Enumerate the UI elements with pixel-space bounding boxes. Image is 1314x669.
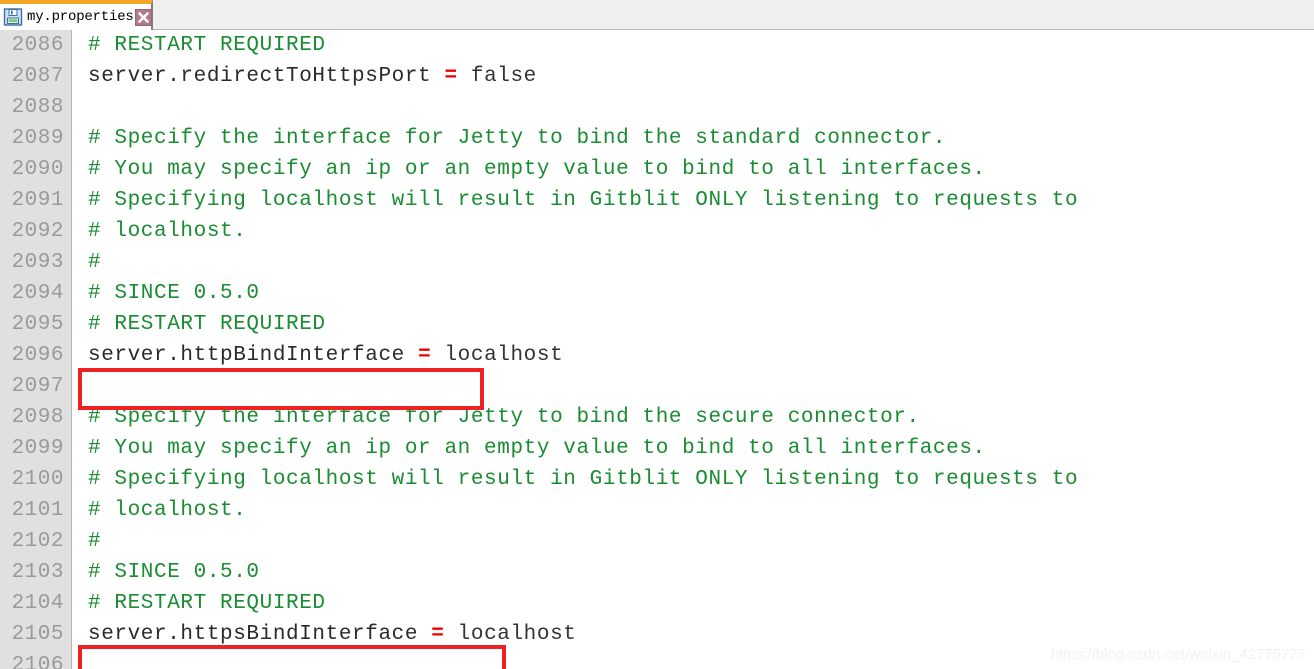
line-number: 2100 xyxy=(11,468,64,491)
editor-tab-bar: my.properties xyxy=(0,0,1314,30)
line-number: 2106 xyxy=(11,654,64,669)
code-line[interactable]: 2094 # SINCE 0.5.0 xyxy=(0,278,1314,309)
code-content[interactable]: 2086 # RESTART REQUIRED 2087 server.redirec… xyxy=(0,30,1314,669)
code-line[interactable]: 2092 # localhost. xyxy=(0,216,1314,247)
line-text[interactable]: # Specifying localhost will result in Gi… xyxy=(88,464,1078,495)
line-number: 2092 xyxy=(11,220,64,243)
line-text[interactable]: # You may specify an ip or an empty valu… xyxy=(88,154,986,185)
property-key: server.redirectToHttpsPort xyxy=(88,65,432,88)
line-number: 2094 xyxy=(11,282,64,305)
line-text[interactable]: server.redirectToHttpsPort = false xyxy=(88,61,537,92)
line-text[interactable]: # SINCE 0.5.0 xyxy=(88,557,260,588)
line-number: 2093 xyxy=(11,251,64,274)
line-number: 2098 xyxy=(11,406,64,429)
line-number: 2101 xyxy=(11,499,64,522)
line-text[interactable]: # localhost. xyxy=(88,216,246,247)
equals-sign: = xyxy=(418,344,432,367)
line-number: 2091 xyxy=(11,189,64,212)
line-number: 2096 xyxy=(11,344,64,367)
code-line[interactable]: 2090 # You may specify an ip or an empty … xyxy=(0,154,1314,185)
code-line[interactable]: 2087 server.redirectToHttpsPort = false xyxy=(0,61,1314,92)
comment-text: # SINCE 0.5.0 xyxy=(88,282,260,305)
line-text[interactable]: # You may specify an ip or an empty valu… xyxy=(88,433,986,464)
comment-text: # xyxy=(88,251,102,274)
code-editor[interactable]: 2086 # RESTART REQUIRED 2087 server.redirec… xyxy=(0,30,1314,669)
line-number: 2097 xyxy=(11,375,64,398)
line-number: 2090 xyxy=(11,158,64,181)
code-line[interactable]: 2105 server.httpsBindInterface = localhos… xyxy=(0,619,1314,650)
tab-my-properties[interactable]: my.properties xyxy=(0,0,153,30)
comment-text: # RESTART REQUIRED xyxy=(88,592,326,615)
tab-label: my.properties xyxy=(27,9,134,25)
comment-text: # Specify the interface for Jetty to bin… xyxy=(88,406,920,429)
line-text[interactable]: # Specifying localhost will result in Gi… xyxy=(88,185,1078,216)
code-line[interactable]: 2098 # Specify the interface for Jetty to… xyxy=(0,402,1314,433)
comment-text: # You may specify an ip or an empty valu… xyxy=(88,158,986,181)
line-number: 2099 xyxy=(11,437,64,460)
line-text[interactable]: # RESTART REQUIRED xyxy=(88,309,326,340)
property-key: server.httpsBindInterface xyxy=(88,623,419,646)
line-text[interactable]: server.httpsBindInterface = localhost xyxy=(88,619,577,650)
comment-text: # Specify the interface for Jetty to bin… xyxy=(88,127,947,150)
close-icon[interactable] xyxy=(134,8,152,26)
code-line[interactable]: 2096 server.httpBindInterface = localhost xyxy=(0,340,1314,371)
code-line[interactable]: 2102 # xyxy=(0,526,1314,557)
code-line[interactable]: 2101 # localhost. xyxy=(0,495,1314,526)
code-line[interactable]: 2104 # RESTART REQUIRED xyxy=(0,588,1314,619)
comment-text: # Specifying localhost will result in Gi… xyxy=(88,468,1079,491)
code-line[interactable]: 2095 # RESTART REQUIRED xyxy=(0,309,1314,340)
code-line[interactable]: 2097 xyxy=(0,371,1314,402)
code-line[interactable]: 2106 xyxy=(0,650,1314,669)
line-text[interactable]: # RESTART REQUIRED xyxy=(88,588,326,619)
comment-text: # xyxy=(88,530,102,553)
line-text[interactable]: # Specify the interface for Jetty to bin… xyxy=(88,123,946,154)
line-text[interactable]: # xyxy=(88,526,101,557)
line-number: 2095 xyxy=(11,313,64,336)
line-text[interactable]: # xyxy=(88,247,101,278)
comment-text: # You may specify an ip or an empty valu… xyxy=(88,437,986,460)
comment-text: # RESTART REQUIRED xyxy=(88,313,326,336)
line-text[interactable]: # SINCE 0.5.0 xyxy=(88,278,260,309)
code-line[interactable]: 2100 # Specifying localhost will result i… xyxy=(0,464,1314,495)
line-number: 2102 xyxy=(11,530,64,553)
line-text[interactable]: server.httpBindInterface = localhost xyxy=(88,340,563,371)
line-text[interactable]: # Specify the interface for Jetty to bin… xyxy=(88,402,920,433)
line-number: 2086 xyxy=(11,34,64,57)
floppy-disk-icon xyxy=(3,7,23,27)
comment-text: # localhost. xyxy=(88,499,247,522)
comment-text: # localhost. xyxy=(88,220,247,243)
code-line[interactable]: 2103 # SINCE 0.5.0 xyxy=(0,557,1314,588)
equals-sign: = xyxy=(431,623,445,646)
property-value: false xyxy=(470,65,537,88)
code-line[interactable]: 2091 # Specifying localhost will result i… xyxy=(0,185,1314,216)
property-value: localhost xyxy=(444,344,564,367)
line-text[interactable]: # localhost. xyxy=(88,495,246,526)
line-number: 2103 xyxy=(11,561,64,584)
code-line[interactable]: 2093 # xyxy=(0,247,1314,278)
code-line[interactable]: 2088 xyxy=(0,92,1314,123)
line-number: 2089 xyxy=(11,127,64,150)
line-number: 2105 xyxy=(11,623,64,646)
equals-sign: = xyxy=(444,65,458,88)
code-line[interactable]: 2089 # Specify the interface for Jetty to… xyxy=(0,123,1314,154)
line-number: 2088 xyxy=(11,96,64,119)
comment-text: # Specifying localhost will result in Gi… xyxy=(88,189,1079,212)
code-line[interactable]: 2086 # RESTART REQUIRED xyxy=(0,30,1314,61)
line-text[interactable]: # RESTART REQUIRED xyxy=(88,30,326,61)
comment-text: # SINCE 0.5.0 xyxy=(88,561,260,584)
line-number: 2104 xyxy=(11,592,64,615)
line-number: 2087 xyxy=(11,65,64,88)
comment-text: # RESTART REQUIRED xyxy=(88,34,326,57)
property-value: localhost xyxy=(457,623,577,646)
property-key: server.httpBindInterface xyxy=(88,344,405,367)
code-line[interactable]: 2099 # You may specify an ip or an empty … xyxy=(0,433,1314,464)
